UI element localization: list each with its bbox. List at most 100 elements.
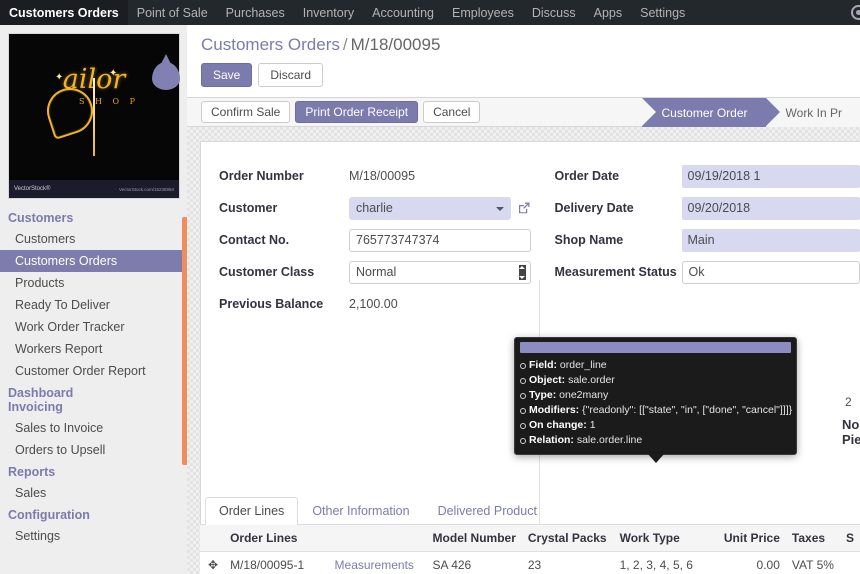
delivery-date-control [681,196,860,220]
col-unit-price[interactable]: Unit Price [717,525,786,552]
cell-subtotal[interactable] [839,551,860,574]
left-sidebar: ✦ ✦ ailor S H O P VectorStock® VectorSto… [0,25,187,574]
field-measurement-status: Measurement Status [555,260,860,284]
col-handle [200,525,225,552]
col-work-type[interactable]: Work Type [613,525,718,552]
tab-order-lines[interactable]: Order Lines [205,497,299,525]
tooltip-value: order_line [559,359,607,371]
nav-item-purchases[interactable]: Purchases [217,0,294,25]
sidebar-group-customers: Customers [8,211,74,225]
contact-no-input[interactable] [349,228,531,252]
sidebar-item-customers-orders[interactable]: Customers Orders [0,250,187,272]
stage-label: Work In Pr [785,105,842,120]
sidebar-group-dashboard: Dashboard [8,386,74,400]
cell-measurements[interactable]: Measurements [328,551,427,574]
cell-crystal-packs[interactable]: 23 [521,551,614,574]
nav-item-discuss[interactable]: Discuss [523,0,585,25]
tooltip-key: Modifiers: [529,404,580,416]
tooltip-key: Type: [529,389,557,401]
col-model-number[interactable]: Model Number [426,525,522,552]
sidebar-item-work-order-tracker[interactable]: Work Order Tracker [0,316,187,338]
stage-customer-order[interactable]: Customer Order [641,98,780,127]
workflow-buttons: Confirm Sale Print Order Receipt Cancel [187,101,481,123]
status-bar: Confirm Sale Print Order Receipt Cancel … [187,98,860,127]
nav-label: Settings [640,5,686,20]
table-row[interactable]: ✥ M/18/00095-1 Measurements SA 426 23 1,… [200,551,860,574]
field-customer: Customer [219,196,531,220]
logo-needle-shape [93,78,95,156]
nav-item-settings[interactable]: Settings [631,0,694,25]
col-subtotal[interactable]: S [839,525,860,552]
record-action-buttons: Save Discard [187,55,860,87]
sidebar-item-customers[interactable]: Customers [0,228,187,250]
col-crystal-packs[interactable]: Crystal Packs [521,525,614,552]
field-label: Contact No. [219,233,290,247]
tooltip-arrow [648,454,664,463]
col-order-lines[interactable]: Order Lines [224,525,329,552]
delivery-date-input[interactable] [681,196,860,220]
select-arrows-icon[interactable] [518,264,526,280]
app-root: Customers Orders Point of Sale Purchases… [0,0,860,574]
cell-unit-price[interactable]: 0.00 [717,551,786,574]
tab-delivered-product[interactable]: Delivered Product [424,497,551,525]
cell-taxes[interactable]: VAT 5% [785,551,840,574]
breadcrumb-parent[interactable]: Customers Orders [201,35,340,54]
sidebar-item-customer-order-report[interactable]: Customer Order Report [0,360,187,382]
sidebar-item-workers-report[interactable]: Workers Report [0,338,187,360]
sidebar-item-sales[interactable]: Sales [0,482,187,504]
cancel-button[interactable]: Cancel [423,101,481,123]
move-icon[interactable]: ✥ [208,558,218,572]
stage-work-in-progress[interactable]: Work In Pr [765,98,860,127]
tooltip-value: sale.order.line [576,434,643,446]
external-link-icon[interactable] [517,201,531,215]
field-contact-no: Contact No. [219,228,531,252]
watermark-right: VectorStock.com/15236984 [118,186,174,192]
sidebar-item-sales-to-invoice[interactable]: Sales to Invoice [0,417,187,439]
table-body: ✥ M/18/00095-1 Measurements SA 426 23 1,… [200,551,860,574]
col-taxes[interactable]: Taxes [785,525,840,552]
chevron-down-icon[interactable] [495,206,504,211]
shop-name-input[interactable] [681,228,860,252]
watermark-left: VectorStock® [14,186,51,192]
nav-item-accounting[interactable]: Accounting [363,0,443,25]
customer-control [349,196,511,220]
field-label: Customer [219,201,278,215]
cell-order-line[interactable]: M/18/00095-1 [224,551,329,574]
measurement-status-input[interactable] [681,260,860,284]
confirm-sale-button[interactable]: Confirm Sale [201,101,291,123]
tooltip-value: {"readonly": [["state", "in", ["done", "… [582,404,793,416]
nav-item-inventory[interactable]: Inventory [294,0,363,25]
discard-button[interactable]: Discard [258,63,324,87]
nav-item-point-of-sale[interactable]: Point of Sale [128,0,217,25]
tooltip-key: On change: [529,419,587,431]
cell-work-type[interactable]: 1, 2, 3, 4, 5, 6 [613,551,718,574]
tab-other-information[interactable]: Other Information [298,497,423,525]
sidebar-item-ready-to-deliver[interactable]: Ready To Deliver [0,294,187,316]
customer-class-select[interactable] [349,260,531,284]
save-button[interactable]: Save [201,63,253,87]
nav-item-apps[interactable]: Apps [585,0,632,25]
customer-input[interactable] [349,196,511,220]
sidebar-item-settings[interactable]: Settings [0,525,187,547]
logo-star-icon: ✦ [109,68,118,79]
row-drag-handle[interactable]: ✥ [200,551,225,574]
order-date-input[interactable] [681,164,860,188]
nav-item-employees[interactable]: Employees [443,0,523,25]
sidebar-group-configuration: Configuration [8,508,90,522]
print-order-receipt-button[interactable]: Print Order Receipt [295,101,419,123]
sidebar-item-products[interactable]: Products [0,272,187,294]
tooltip-row-type: Type: one2many [520,388,790,403]
tooltip-key: Object: [529,374,566,386]
user-avatar-icon[interactable] [851,5,860,20]
notebook-tabs: Order Lines Other Information Delivered … [200,495,860,525]
nav-item-customers-orders[interactable]: Customers Orders [0,0,128,25]
field-label-no-of-pieces: No. Of Pieces [842,417,860,447]
navbar-right-tools [851,0,860,25]
tooltip-row-relation: Relation: sale.order.line [520,433,790,448]
sidebar-group-invoicing: Invoicing [8,400,63,414]
field-label: Measurement Status [554,265,677,279]
tooltip-rows: Field: order_line Object: sale.order Typ… [515,358,796,448]
sidebar-item-orders-to-upsell[interactable]: Orders to Upsell [0,439,187,461]
cell-model-number[interactable]: SA 426 [426,551,522,574]
tooltip-key: Field: [529,359,557,371]
